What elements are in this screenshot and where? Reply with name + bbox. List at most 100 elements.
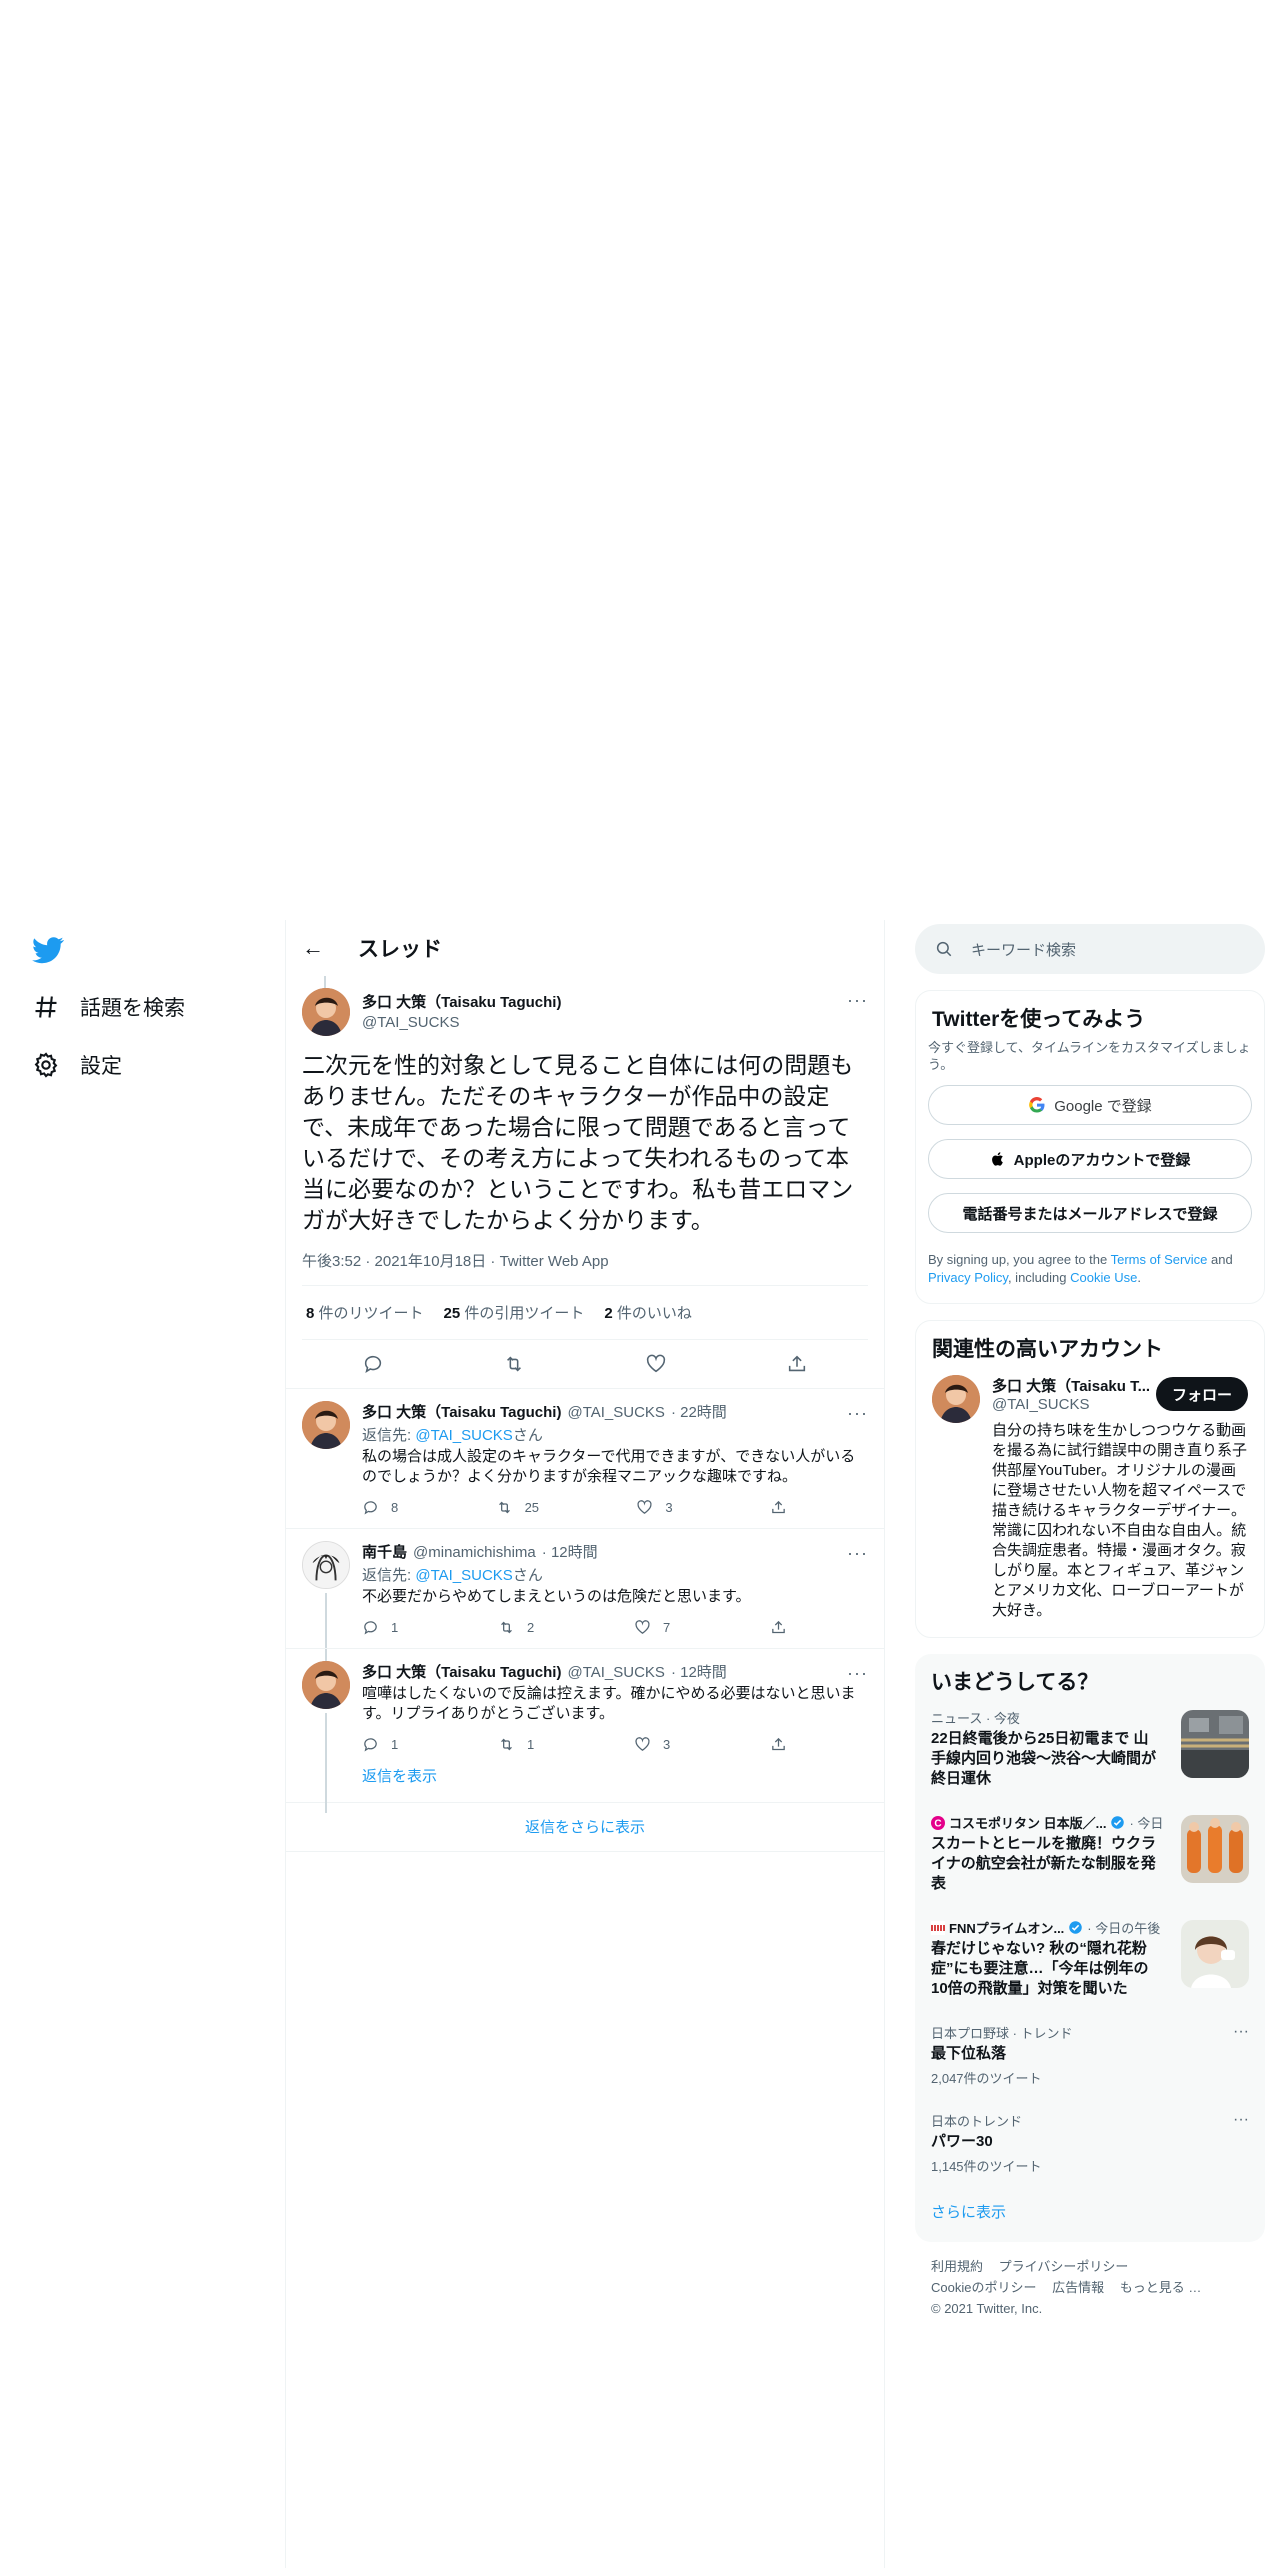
retweet-button[interactable]: 1 xyxy=(498,1736,534,1753)
share-button[interactable] xyxy=(770,1499,787,1516)
footer-cookie-link[interactable]: Cookieのポリシー xyxy=(931,2280,1036,2295)
username[interactable]: @TAI_SUCKS xyxy=(362,1014,561,1031)
reply-button[interactable]: 1 xyxy=(362,1736,398,1753)
display-name[interactable]: 多口 大策（Taisaku Taguchi) xyxy=(362,991,561,1012)
back-arrow-icon[interactable]: ← xyxy=(302,935,326,961)
reply-tweet[interactable]: 多口 大策（Taisaku Taguchi) @TAI_SUCKS · 22時間… xyxy=(286,1388,884,1528)
nav-settings[interactable]: 設定 xyxy=(32,1050,122,1080)
more-options-icon[interactable]: ··· xyxy=(847,1543,868,1564)
more-replies-link[interactable]: 返信をさらに表示 xyxy=(286,1802,884,1852)
trend-item[interactable]: 日本のトレンド パワー30 1,145件のツイート ··· xyxy=(915,2099,1265,2187)
tweet-text: 二次元を性的対象として見ること自体には何の問題もありません。ただそのキャラクター… xyxy=(302,1052,854,1233)
like-button[interactable]: 3 xyxy=(636,1499,673,1516)
avatar[interactable] xyxy=(302,988,350,1036)
share-button[interactable] xyxy=(770,1736,787,1753)
username[interactable]: @TAI_SUCKS xyxy=(567,1404,664,1421)
terms-link[interactable]: Terms of Service xyxy=(1111,1252,1208,1267)
retweet-button[interactable]: 25 xyxy=(496,1499,539,1516)
like-heart-icon[interactable] xyxy=(645,1353,667,1375)
twitter-logo-icon[interactable] xyxy=(32,934,64,966)
verified-badge-icon xyxy=(1111,1816,1125,1829)
phone-email-signup-button[interactable]: 電話番号またはメールアドレスで登録 xyxy=(928,1193,1252,1233)
trend-item[interactable]: C コスモポリタン 日本版／... · 今日 スカートとヒールを撤廃！ウクライナ… xyxy=(915,1801,1265,1906)
signup-subtitle: 今すぐ登録して、タイムラインをカスタマイズしましょう。 xyxy=(928,1040,1251,1072)
search-input[interactable]: キーワード検索 xyxy=(915,924,1265,974)
footer-privacy-link[interactable]: プライバシーポリシー xyxy=(999,2259,1129,2274)
tweet-timestamp[interactable]: 午後3:52 · 2021年10月18日 · Twitter Web App xyxy=(302,1250,868,1286)
replying-to: 返信先: @TAI_SUCKSさん xyxy=(362,1567,543,1584)
reply-to-link[interactable]: @TAI_SUCKS xyxy=(415,1567,512,1584)
quotes-stat[interactable]: 25 件の引用ツイート xyxy=(444,1302,585,1323)
display-name[interactable]: 多口 大策（Taisaku Taguchi) xyxy=(362,1661,561,1682)
apple-signup-button[interactable]: Appleのアカウントで登録 xyxy=(928,1139,1252,1179)
relevant-accounts-card: 関連性の高いアカウント 多口 大策（Taisaku T... @TAI_SUCK… xyxy=(915,1320,1265,1638)
nav-explore[interactable]: 話題を検索 xyxy=(32,992,185,1022)
display-name[interactable]: 多口 大策（Taisaku Taguchi) xyxy=(362,1401,561,1422)
username[interactable]: @minamichishima xyxy=(413,1544,536,1561)
tweet-time[interactable]: · 22時間 xyxy=(671,1401,727,1422)
footer-terms-link[interactable]: 利用規約 xyxy=(931,2259,983,2274)
reply-tweet[interactable]: 南千島 @minamichishima · 12時間 返信先: @TAI_SUC… xyxy=(286,1528,884,1673)
trends-card: いまどうしてる？ ニュース · 今夜 22日終電後から25日初電まで 山手線内回… xyxy=(915,1654,1265,2242)
retweets-stat[interactable]: 8 件のリツイート xyxy=(306,1302,424,1323)
reply-to-link[interactable]: @TAI_SUCKS xyxy=(415,1427,512,1444)
display-name[interactable]: 南千島 xyxy=(362,1541,407,1562)
avatar[interactable] xyxy=(932,1375,980,1423)
avatar[interactable] xyxy=(302,1541,350,1589)
show-more-link[interactable]: さらに表示 xyxy=(915,2187,1265,2242)
signup-title: Twitterを使ってみよう xyxy=(932,1008,1146,1031)
google-signup-button[interactable]: Google で登録 xyxy=(928,1085,1252,1125)
cosmopolitan-logo-icon: C xyxy=(931,1815,945,1830)
trend-item[interactable]: 日本プロ野球 · トレンド 最下位私落 2,047件のツイート ··· xyxy=(915,2011,1265,2099)
more-options-icon[interactable]: ··· xyxy=(847,1663,868,1684)
share-icon xyxy=(772,1500,785,1514)
signup-legal-text: By signing up, you agree to the Terms of… xyxy=(928,1252,1233,1285)
share-icon[interactable] xyxy=(786,1353,808,1375)
share-button[interactable] xyxy=(770,1619,787,1636)
more-options-icon[interactable]: ··· xyxy=(847,990,868,1011)
trend-title: 最下位私落 xyxy=(931,2045,1007,2062)
retweet-icon[interactable] xyxy=(503,1353,525,1375)
tweet-time[interactable]: · 12時間 xyxy=(542,1541,598,1562)
retweet-button[interactable]: 2 xyxy=(498,1619,534,1636)
reply-button[interactable]: 8 xyxy=(362,1499,398,1516)
like-button[interactable]: 3 xyxy=(634,1736,670,1753)
more-options-icon[interactable]: ··· xyxy=(1233,2023,1249,2041)
footer-ads-link[interactable]: 広告情報 xyxy=(1052,2280,1104,2295)
like-button[interactable]: 7 xyxy=(634,1619,670,1636)
account-bio: 自分の持ち味を生かしつつウケる動画を撮る為に試行錯誤中の開き直り系子供部屋You… xyxy=(992,1422,1248,1619)
avatar[interactable] xyxy=(302,1401,350,1449)
trend-item[interactable]: ニュース · 今夜 22日終電後から25日初電まで 山手線内回り池袋～渋谷～大崎… xyxy=(915,1696,1265,1801)
reply-button[interactable]: 1 xyxy=(362,1619,398,1636)
trend-meta: 日本プロ野球 · トレンド xyxy=(931,2026,1073,2041)
retweet-icon xyxy=(501,1621,512,1634)
reply-tweet[interactable]: 多口 大策（Taisaku Taguchi) @TAI_SUCKS · 12時間… xyxy=(286,1648,884,1813)
share-icon xyxy=(772,1737,785,1751)
tweet-time[interactable]: · 12時間 xyxy=(671,1661,727,1682)
page-title: スレッド xyxy=(358,938,442,961)
reply-actions: 1 1 3 xyxy=(362,1736,787,1753)
trend-item[interactable]: FNNプライムオン... · 今日の午後 春だけじゃない? 秋の“隠れ花粉症”に… xyxy=(915,1906,1265,2011)
avatar[interactable] xyxy=(302,1661,350,1709)
likes-stat[interactable]: 2 件のいいね xyxy=(604,1302,692,1323)
cookie-link[interactable]: Cookie Use xyxy=(1070,1270,1137,1285)
trend-thumbnail xyxy=(1181,1920,1249,1988)
account-row[interactable]: 多口 大策（Taisaku T... @TAI_SUCKS 自分の持ち味を生かし… xyxy=(916,1363,1264,1621)
trend-thumbnail xyxy=(1181,1815,1249,1883)
show-replies-link[interactable]: 返信を表示 xyxy=(286,1765,884,1802)
reply-text: 不必要だからやめてしまえというのは危険だと思います。 xyxy=(362,1588,751,1605)
thread-connector xyxy=(324,976,326,988)
more-options-icon[interactable]: ··· xyxy=(1233,2111,1249,2129)
tweet-stats: 8 件のリツイート 25 件の引用ツイート 2 件のいいね xyxy=(302,1286,868,1340)
replying-to: 返信先: @TAI_SUCKSさん xyxy=(362,1427,543,1444)
right-sidebar: キーワード検索 Twitterを使ってみよう 今すぐ登録して、タイムラインをカス… xyxy=(915,920,1265,2333)
follow-button[interactable]: フォロー xyxy=(1155,1377,1248,1411)
trend-title: パワー30 xyxy=(931,2133,993,2150)
trend-meta: 日本のトレンド xyxy=(931,2114,1023,2129)
reply-icon[interactable] xyxy=(362,1353,384,1375)
privacy-link[interactable]: Privacy Policy xyxy=(928,1270,1008,1285)
footer-more-link[interactable]: もっと見る … xyxy=(1120,2280,1202,2295)
username[interactable]: @TAI_SUCKS xyxy=(567,1664,664,1681)
more-options-icon[interactable]: ··· xyxy=(847,1403,868,1424)
reply-icon xyxy=(364,1621,377,1635)
